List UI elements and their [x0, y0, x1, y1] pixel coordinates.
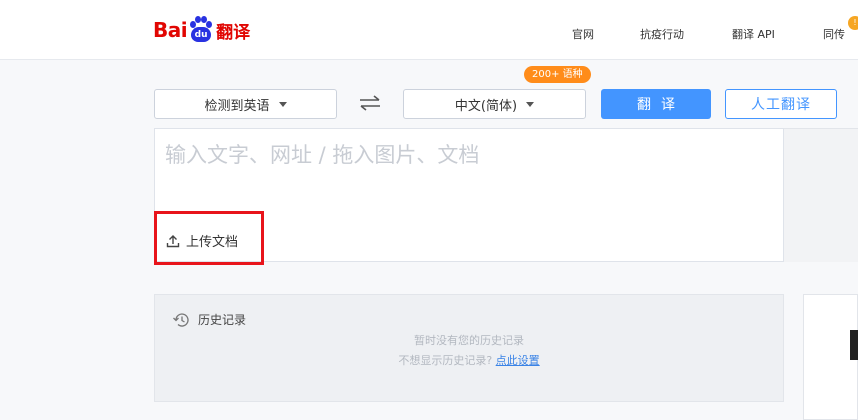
history-header: 历史记录 — [172, 311, 246, 328]
logo-bai-text: Bai — [153, 18, 188, 42]
logo-translate-text: 翻译 — [216, 22, 251, 43]
chevron-down-icon — [526, 101, 535, 107]
baidu-translate-logo[interactable]: Bai du 翻译 — [153, 13, 250, 47]
nav-item-translate-api[interactable]: 翻译 API — [732, 26, 775, 42]
source-text-input[interactable] — [165, 139, 765, 199]
history-settings-hint: 不想显示历史记录? 点此设置 — [154, 352, 784, 368]
chevron-down-icon — [278, 101, 287, 107]
side-card-glyph — [850, 330, 858, 360]
translation-output-panel — [784, 128, 858, 262]
target-language-select[interactable]: 中文(简体) — [403, 89, 586, 119]
translate-button[interactable]: 翻译 — [601, 89, 711, 119]
history-title: 历史记录 — [198, 313, 247, 327]
history-empty-message: 暂时没有您的历史记录 — [414, 334, 524, 347]
history-clock-icon — [173, 312, 189, 327]
swap-languages-button[interactable] — [355, 90, 385, 116]
logo-du-text: du — [191, 27, 212, 42]
history-panel — [154, 294, 784, 402]
human-translation-button[interactable]: 人工翻译 — [725, 89, 837, 119]
language-count-badge: 200+ 语种 — [524, 66, 591, 83]
history-settings-link[interactable]: 点此设置 — [496, 354, 540, 367]
history-hint-text: 不想显示历史记录? — [398, 354, 493, 367]
top-navigation-bar: Bai du 翻译 官网 抗疫行动 翻译 API 同传 ! — [0, 0, 858, 60]
highlight-box — [154, 211, 264, 265]
nav-item-official-site[interactable]: 官网 — [572, 26, 594, 42]
nav-item-epidemic-action[interactable]: 抗疫行动 — [640, 26, 684, 42]
target-language-label: 中文(简体) — [454, 98, 518, 114]
baidu-paw-icon: du — [188, 16, 214, 44]
swap-arrows-icon — [360, 95, 380, 111]
nav-badge: ! — [848, 16, 858, 30]
source-language-label: 检测到英语 — [204, 98, 270, 114]
source-language-select[interactable]: 检测到英语 — [154, 89, 337, 119]
nav-item-simultaneous-interpretation[interactable]: 同传 — [823, 26, 845, 42]
